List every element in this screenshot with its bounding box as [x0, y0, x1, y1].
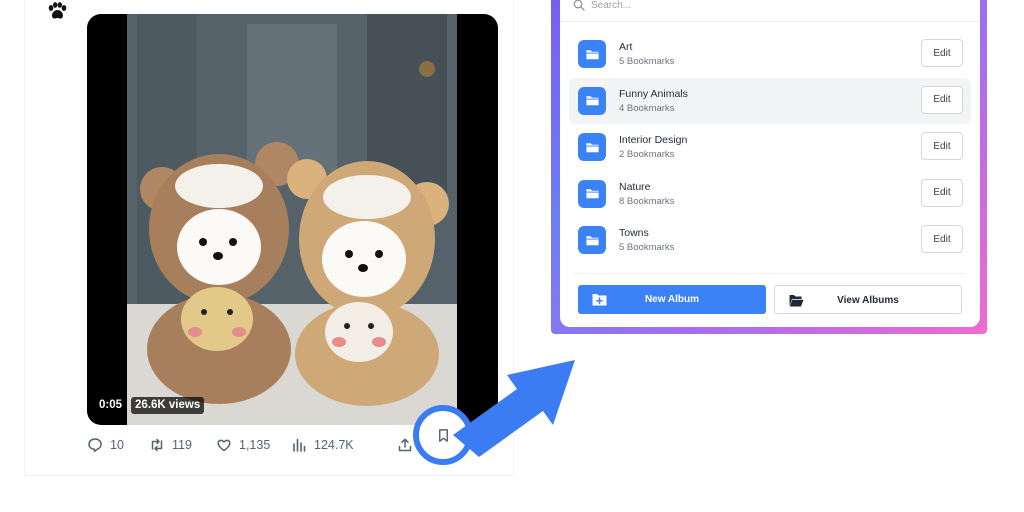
like-button[interactable]: 1,135 [216, 437, 270, 453]
share-button[interactable] [397, 437, 413, 453]
video-time-badge: 0:05 26.6K views [95, 397, 205, 414]
edit-button[interactable]: Edit [921, 85, 963, 114]
view-count: 124.7K [314, 438, 354, 452]
repost-button[interactable]: 119 [149, 437, 192, 453]
album-name: Nature [619, 180, 651, 193]
paw-icon [48, 2, 67, 19]
stage: 0:05 26.6K views 10 119 1,135 124.7K Sea… [0, 0, 1024, 512]
edit-button[interactable]: Edit [921, 132, 963, 161]
video-view-count: 26.6K views [131, 397, 205, 414]
views-button[interactable]: 124.7K [291, 437, 354, 453]
speech-bubble-icon [88, 438, 102, 453]
panel-divider [574, 273, 966, 274]
album-item-towns[interactable]: Towns 5 Bookmarks Edit [569, 217, 971, 263]
album-name: Towns [619, 227, 649, 240]
like-count: 1,135 [239, 438, 271, 452]
reply-count: 10 [110, 438, 124, 452]
repost-count: 119 [172, 438, 192, 452]
video-image-two-dogs-in-bear-costumes [127, 14, 457, 425]
folder-icon [578, 86, 606, 115]
album-item-art[interactable]: Art 5 Bookmarks Edit [569, 31, 971, 77]
album-count: 5 Bookmarks [619, 242, 675, 254]
search-bar [560, 0, 980, 22]
view-albums-label: View Albums [837, 295, 899, 306]
heart-icon [217, 439, 231, 452]
folder-icon [578, 133, 606, 162]
album-name: Funny Animals [619, 87, 688, 100]
search-input[interactable] [591, 0, 961, 13]
album-count: 8 Bookmarks [619, 195, 675, 207]
bar-chart-icon [293, 438, 306, 452]
album-item-interior-design[interactable]: Interior Design 2 Bookmarks Edit [569, 124, 971, 170]
album-count: 4 Bookmarks [619, 102, 675, 114]
folder-icon [578, 40, 606, 68]
album-name: Interior Design [619, 134, 688, 147]
album-count: 5 Bookmarks [619, 56, 675, 67]
new-album-button[interactable]: New Album [578, 285, 766, 314]
folder-icon [578, 179, 606, 208]
video-elapsed: 0:05 [95, 397, 127, 414]
album-panel: Art 5 Bookmarks Edit Funny Animals 4 Boo… [560, 0, 980, 327]
pointer-arrow [453, 360, 575, 457]
tweet-card: 0:05 26.6K views 10 119 1,135 124.7K [24, 0, 514, 476]
edit-button[interactable]: Edit [921, 178, 963, 207]
view-albums-button[interactable]: View Albums [774, 285, 962, 314]
video-player[interactable]: 0:05 26.6K views [87, 14, 498, 425]
video-frame [127, 14, 457, 425]
share-icon [398, 438, 412, 452]
album-item-funny-animals[interactable]: Funny Animals 4 Bookmarks Edit [569, 77, 971, 124]
album-count: 2 Bookmarks [619, 149, 675, 161]
album-list: Art 5 Bookmarks Edit Funny Animals 4 Boo… [569, 31, 971, 264]
reply-button[interactable]: 10 [87, 437, 124, 453]
folder-icon [578, 226, 606, 255]
edit-button[interactable]: Edit [921, 225, 963, 254]
repost-icon [151, 438, 163, 452]
edit-button[interactable]: Edit [921, 39, 963, 67]
album-name: Art [619, 41, 633, 53]
album-item-nature[interactable]: Nature 8 Bookmarks Edit [569, 171, 971, 217]
new-album-label: New Album [644, 294, 700, 305]
search-icon [573, 0, 585, 11]
